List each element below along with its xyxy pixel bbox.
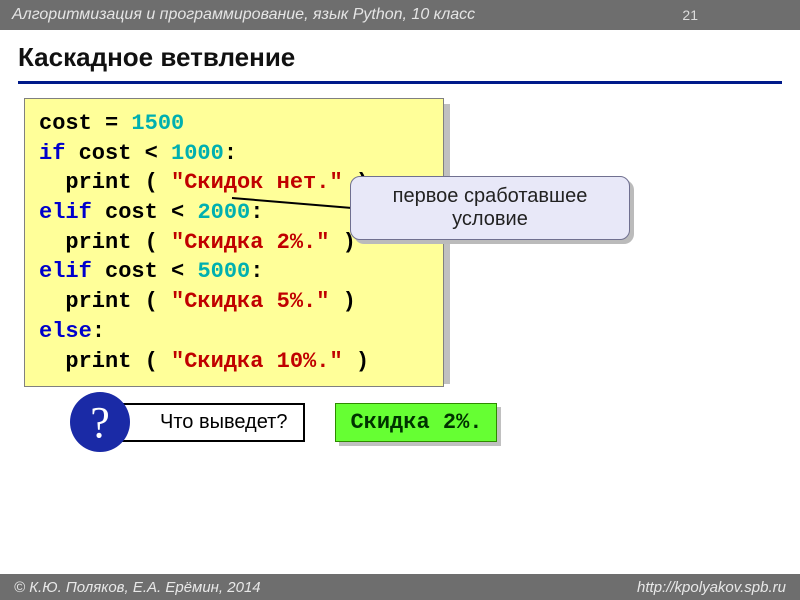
code-text: print (: [39, 170, 171, 195]
code-keyword: elif: [39, 259, 92, 284]
answer-text: Скидка 2%.: [350, 410, 482, 435]
question-mark: ?: [90, 397, 110, 448]
code-keyword: if: [39, 141, 65, 166]
footer-url: http://kpolyakov.spb.ru: [637, 579, 786, 596]
code-text: ): [343, 349, 369, 374]
page-number: 21: [682, 7, 698, 23]
code-text: ): [329, 289, 355, 314]
code-number: 2000: [197, 200, 250, 225]
code-keyword: else: [39, 319, 92, 344]
callout-text: первое сработавшее условие: [361, 185, 619, 231]
answer-box: Скидка 2%.: [335, 403, 497, 442]
code-string: "Скидка 10%.": [171, 349, 343, 374]
question-label-box: Что выведет?: [118, 403, 305, 442]
code-number: 1000: [171, 141, 224, 166]
code-string: "Скидка 2%.": [171, 230, 329, 255]
code-text: :: [250, 200, 263, 225]
code-keyword: elif: [39, 200, 92, 225]
copyright: © К.Ю. Поляков, Е.А. Ерёмин, 2014: [14, 579, 261, 596]
slide-footer: © К.Ю. Поляков, Е.А. Ерёмин, 2014 http:/…: [0, 574, 800, 600]
course-title: Алгоритмизация и программирование, язык …: [12, 6, 475, 24]
callout-box: первое сработавшее условие: [350, 176, 630, 240]
code-text: print (: [39, 230, 171, 255]
slide-title: Каскадное ветвление: [18, 42, 782, 73]
code-text: cost =: [39, 111, 131, 136]
code-number: 5000: [197, 259, 250, 284]
question-icon: ?: [70, 392, 130, 452]
code-text: cost <: [92, 200, 198, 225]
code-text: :: [224, 141, 237, 166]
code-string: "Скидка 5%.": [171, 289, 329, 314]
slide-header: Алгоритмизация и программирование, язык …: [0, 0, 800, 30]
code-text: cost <: [65, 141, 171, 166]
code-text: :: [250, 259, 263, 284]
code-number: 1500: [131, 111, 184, 136]
question-label: Что выведет?: [160, 411, 287, 433]
code-text: :: [92, 319, 105, 344]
code-text: print (: [39, 349, 171, 374]
code-text: print (: [39, 289, 171, 314]
code-text: cost <: [92, 259, 198, 284]
callout-connector: [232, 190, 352, 200]
title-divider: [18, 81, 782, 84]
